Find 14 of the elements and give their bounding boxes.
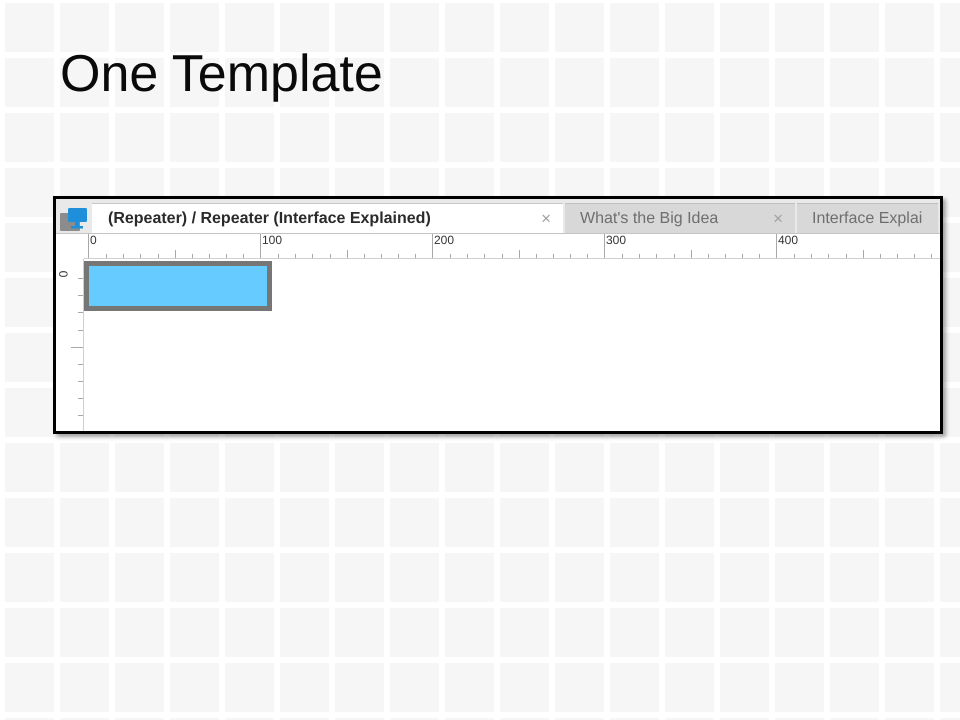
slide-title: One Template <box>60 44 383 104</box>
close-button[interactable]: × <box>541 210 551 227</box>
ruler-label: 0 <box>89 234 97 247</box>
ruler-label: 0 <box>57 270 69 278</box>
editor-tab[interactable]: What's the Big Idea × <box>565 203 795 233</box>
ruler-label: 300 <box>605 234 626 247</box>
close-button[interactable]: × <box>773 210 783 227</box>
editor-tab[interactable]: (Repeater) / Repeater (Interface Explained) × <box>92 203 563 233</box>
ruler-label: 100 <box>261 234 282 247</box>
monitor-icon[interactable] <box>60 207 88 231</box>
editor-tab[interactable]: Interface Explai <box>797 203 938 233</box>
repeater-rectangle[interactable] <box>84 261 272 311</box>
ruler-label: 200 <box>433 234 454 247</box>
ruler-label: 400 <box>777 234 798 247</box>
